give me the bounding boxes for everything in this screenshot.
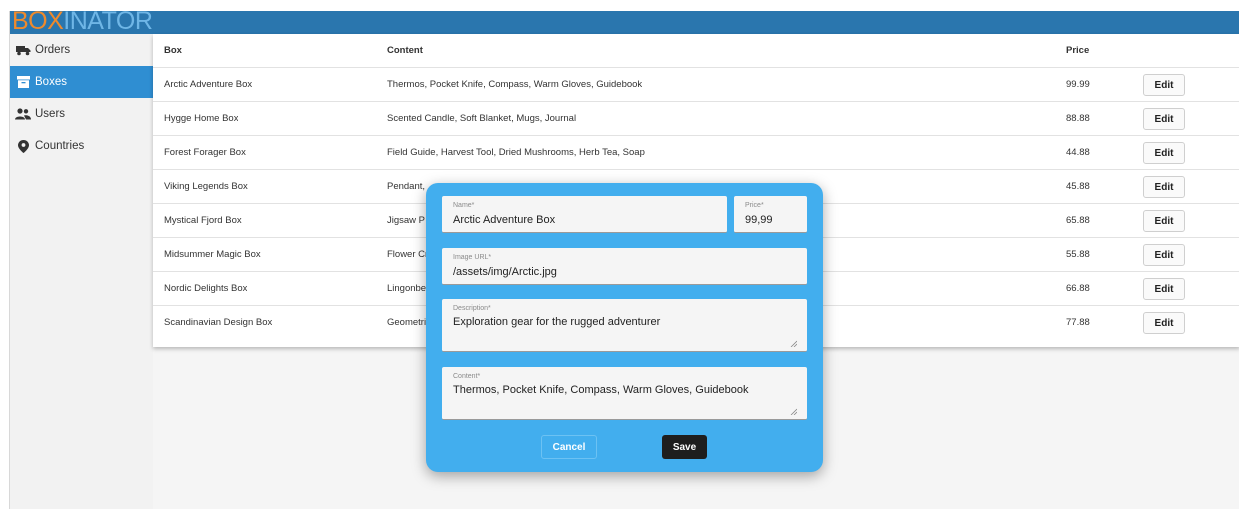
edit-button[interactable]: Edit (1143, 142, 1185, 164)
table-row: Arctic Adventure Box Thermos, Pocket Kni… (153, 68, 1239, 102)
box-name-cell: Forest Forager Box (164, 147, 246, 158)
name-field-value[interactable]: Arctic Adventure Box (453, 214, 555, 226)
column-header-content: Content (387, 45, 423, 56)
logo-part-box: BOX (12, 11, 64, 35)
edit-button[interactable]: Edit (1143, 176, 1185, 198)
box-name-cell: Viking Legends Box (164, 181, 248, 192)
edit-button[interactable]: Edit (1143, 74, 1185, 96)
description-textarea[interactable]: Description* Exploration gear for the ru… (442, 299, 807, 352)
sidebar: Orders Boxes Users Countries (10, 34, 154, 509)
edit-box-dialog: Name* Arctic Adventure Box Price* 99,99 … (426, 183, 823, 472)
box-content-cell: Field Guide, Harvest Tool, Dried Mushroo… (387, 147, 645, 158)
box-price-cell: 65.88 (1066, 215, 1090, 226)
sidebar-item-label: Boxes (35, 76, 67, 88)
box-name-cell: Arctic Adventure Box (164, 79, 253, 90)
resize-handle-icon[interactable] (790, 339, 798, 348)
box-content-cell: Lingonbe (387, 283, 427, 294)
content-textarea[interactable]: Content* Thermos, Pocket Knife, Compass,… (442, 367, 807, 420)
box-content-cell: Pendant, (387, 181, 426, 192)
image-url-field-value[interactable]: /assets/img/Arctic.jpg (453, 266, 557, 278)
box-content-cell: Scented Candle, Soft Blanket, Mugs, Jour… (387, 113, 577, 124)
content-field-label: Content* (453, 373, 481, 380)
archive-box-icon (15, 75, 31, 89)
box-content-cell: Flower Cr (387, 249, 429, 260)
box-name-cell: Midsummer Magic Box (164, 249, 261, 260)
box-price-cell: 88.88 (1066, 113, 1090, 124)
box-price-cell: 99.99 (1066, 79, 1090, 90)
sidebar-item-label: Users (35, 108, 66, 120)
sidebar-item-orders[interactable]: Orders (10, 34, 153, 66)
logo-part-inator: INATOR (63, 11, 153, 35)
truck-icon (15, 43, 31, 57)
app-logo[interactable]: BOXINATOR (12, 11, 153, 35)
top-bar: BOXINATOR (10, 11, 1239, 34)
box-content-cell: Jigsaw P (387, 215, 426, 226)
box-price-cell: 55.88 (1066, 249, 1090, 260)
box-price-cell: 66.88 (1066, 283, 1090, 294)
users-icon (15, 107, 31, 121)
content-field-value[interactable]: Thermos, Pocket Knife, Compass, Warm Glo… (453, 384, 748, 396)
edit-button[interactable]: Edit (1143, 244, 1185, 266)
box-name-cell: Hygge Home Box (164, 113, 239, 124)
column-header-box: Box (164, 45, 182, 56)
price-field[interactable]: Price* 99,99 (734, 196, 807, 233)
edit-button[interactable]: Edit (1143, 312, 1185, 334)
box-name-cell: Nordic Delights Box (164, 283, 248, 294)
sidebar-item-label: Orders (35, 44, 71, 56)
resize-handle-icon[interactable] (790, 407, 798, 416)
box-name-cell: Mystical Fjord Box (164, 215, 242, 226)
sidebar-item-boxes[interactable]: Boxes (10, 66, 153, 98)
description-field-label: Description* (453, 305, 491, 312)
sidebar-item-label: Countries (35, 140, 85, 152)
sidebar-item-countries[interactable]: Countries (10, 130, 153, 162)
image-url-field-label: Image URL* (453, 254, 492, 261)
box-content-cell: Geometri (387, 317, 427, 328)
map-pin-icon (15, 139, 31, 153)
image-url-field[interactable]: Image URL* /assets/img/Arctic.jpg (442, 248, 807, 285)
box-content-cell: Thermos, Pocket Knife, Compass, Warm Glo… (387, 79, 643, 90)
box-name-cell: Scandinavian Design Box (164, 317, 273, 328)
cancel-button[interactable]: Cancel (541, 435, 597, 459)
price-field-value[interactable]: 99,99 (745, 214, 773, 226)
name-field-label: Name* (453, 202, 475, 209)
sidebar-item-users[interactable]: Users (10, 98, 153, 130)
price-field-label: Price* (745, 202, 764, 209)
save-button[interactable]: Save (662, 435, 707, 459)
box-price-cell: 77.88 (1066, 317, 1090, 328)
box-price-cell: 45.88 (1066, 181, 1090, 192)
edit-button[interactable]: Edit (1143, 108, 1185, 130)
name-field[interactable]: Name* Arctic Adventure Box (442, 196, 727, 233)
edit-button[interactable]: Edit (1143, 278, 1185, 300)
table-row: Forest Forager Box Field Guide, Harvest … (153, 136, 1239, 170)
description-field-value[interactable]: Exploration gear for the rugged adventur… (453, 316, 660, 328)
box-price-cell: 44.88 (1066, 147, 1090, 158)
table-header: Box Content Price (153, 34, 1239, 68)
table-row: Hygge Home Box Scented Candle, Soft Blan… (153, 102, 1239, 136)
column-header-price: Price (1066, 45, 1090, 56)
edit-button[interactable]: Edit (1143, 210, 1185, 232)
